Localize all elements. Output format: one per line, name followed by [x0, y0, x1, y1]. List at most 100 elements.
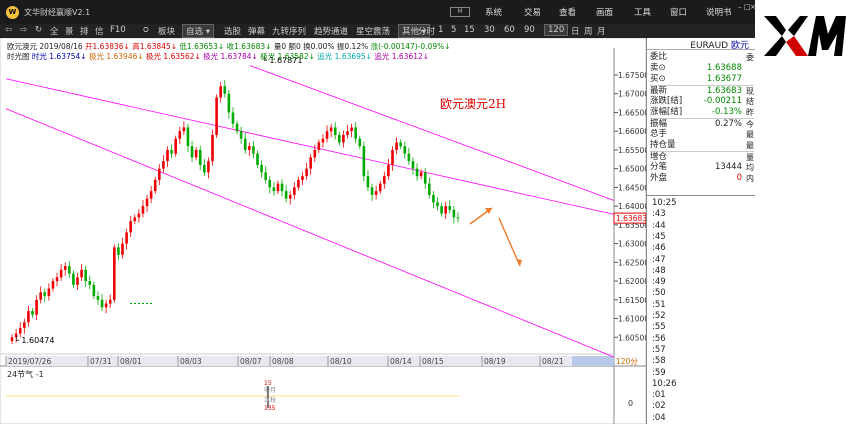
menu-4[interactable]: 工具	[634, 6, 651, 18]
candle-body	[92, 284, 96, 297]
window-control-0[interactable]: –	[738, 3, 742, 11]
period-120[interactable]: 120	[544, 24, 569, 36]
menu-1[interactable]: 交易	[524, 6, 541, 18]
indicator-info-line: 时光图 时光 1.63754↓ 极光 1.63946↓ 极光 1.63562↓ …	[7, 51, 429, 62]
candle-body	[276, 183, 280, 192]
candle-body	[321, 138, 325, 143]
period-15[interactable]: 15	[464, 25, 475, 35]
candlestick-chart[interactable]: 1.67500 1.67000 1.66500 1.66000 1.65500 1.650…	[0, 38, 646, 424]
panel-row-extra: 结	[746, 97, 754, 106]
tick-time: 10:26	[652, 378, 677, 389]
tick-time: :51	[652, 299, 666, 310]
indicator-5: 极光 1.63582↓	[260, 52, 315, 61]
toolbar-item-1[interactable]: ⇨	[20, 25, 27, 35]
candle-body	[284, 191, 288, 199]
panel-row-key: 总手	[650, 129, 668, 139]
xm-brand-logo	[764, 16, 846, 56]
y-tick-label: 1.61500	[618, 296, 646, 305]
candle-body	[43, 292, 47, 297]
menu-2[interactable]: 查看	[559, 6, 576, 18]
candle-body	[239, 131, 243, 139]
toolbar-item-5[interactable]: 排	[80, 25, 89, 37]
tick-time: :56	[652, 333, 666, 344]
toolbar-item-0[interactable]: ⇦	[5, 25, 12, 35]
toolbar-item-6[interactable]: 信	[95, 25, 104, 37]
toolbar-item-9[interactable]: 板块	[158, 25, 175, 37]
toolbar-watchlist-select[interactable]: 自选 ▾	[182, 24, 214, 38]
candle-body	[452, 209, 456, 218]
candle-body	[133, 217, 137, 222]
panel-symbol-code: EURAUD	[690, 41, 729, 51]
panel-row-key: 持仓量	[650, 140, 676, 150]
candle-body	[309, 157, 312, 169]
period-60[interactable]: 60	[504, 25, 515, 35]
candle-body	[211, 134, 214, 162]
y-tick-label: 1.65000	[618, 165, 646, 174]
panel-row: 买⊙ 1.63677	[650, 74, 754, 85]
panel-row: 总手 最	[650, 129, 754, 140]
period-分时[interactable]: 分时	[418, 25, 435, 37]
menu-3[interactable]: 画面	[596, 6, 613, 18]
period-周[interactable]: 周	[584, 25, 593, 37]
toolbar-tool-0[interactable]: 选股	[224, 25, 241, 37]
toolbar-tool-2[interactable]: 九转序列	[272, 25, 306, 37]
y-tick-label: 1.67000	[618, 90, 646, 99]
candle-body	[391, 149, 394, 165]
period-5[interactable]: 5	[451, 25, 456, 35]
candle-body	[198, 149, 202, 165]
y-tick-label: 1.64500	[618, 183, 646, 192]
candle-body	[68, 266, 71, 274]
period-30[interactable]: 30	[484, 25, 495, 35]
panel-separator	[647, 195, 755, 196]
menu-5[interactable]: 窗口	[670, 6, 687, 18]
candle-body	[378, 183, 382, 192]
tick-time: :59	[652, 367, 666, 378]
period-label: 120分	[616, 357, 638, 366]
candle-body	[39, 292, 42, 300]
indicator-mark_label: 立秋	[264, 396, 276, 404]
panel-row-extra: 昨	[746, 108, 754, 117]
candle-body	[264, 172, 267, 180]
candle-body	[100, 299, 104, 308]
candle-body	[10, 337, 14, 342]
panel-row: 委比 委	[650, 52, 754, 63]
toolbar-item-7[interactable]: F10	[110, 25, 126, 35]
candle-body	[354, 127, 357, 139]
menu-0[interactable]: 系统	[485, 6, 502, 18]
panel-row: 涨幅[结] -0.13% 昨	[650, 107, 754, 118]
window-control-2[interactable]: ×	[750, 3, 756, 11]
y-tick-label: 1.64000	[618, 202, 646, 211]
period-日[interactable]: 日	[571, 25, 580, 37]
candle-body	[407, 153, 411, 162]
period-90[interactable]: 90	[524, 25, 535, 35]
candle-body	[362, 146, 366, 177]
tick-time: :52	[652, 311, 666, 321]
toolbar-item-4[interactable]: 景	[65, 25, 74, 37]
channel-lower-line	[5, 108, 615, 358]
panel-row-value: 0	[736, 173, 742, 183]
panel-symbol[interactable]: EURAUD 欧元	[647, 38, 755, 51]
panel-row-value: 1.63677	[706, 74, 742, 84]
toolbar-item-3[interactable]: 全	[50, 25, 59, 37]
candle-body	[47, 288, 51, 297]
tick-time: :04	[652, 412, 666, 423]
close-value: 收1.63683↓	[226, 42, 272, 51]
candle-body	[342, 134, 345, 143]
period-1[interactable]: 1	[438, 25, 443, 35]
panel-row: 持仓量 最	[650, 140, 754, 151]
toolbar-item-8[interactable]: ᴑ	[143, 25, 149, 35]
candle-body	[227, 93, 231, 113]
panel-row-key: 增仓	[650, 152, 668, 162]
title-badge[interactable]: M	[450, 7, 470, 17]
menu-6[interactable]: 说明书	[706, 6, 732, 18]
candle-body	[117, 247, 120, 255]
candle-body	[170, 149, 173, 154]
period-月[interactable]: 月	[597, 25, 606, 37]
toolbar-tool-3[interactable]: 趋势通道	[314, 25, 348, 37]
toolbar-tool-1[interactable]: 弹幕	[248, 25, 265, 37]
indicator-2: 极光 1.63946↓	[88, 52, 144, 61]
toolbar-tool-4[interactable]: 星空震荡	[356, 25, 390, 37]
indicator-3: 极光 1.63562↓	[146, 52, 201, 61]
toolbar-item-2[interactable]: ↻	[35, 25, 42, 35]
indicator-zero: 0	[628, 399, 633, 408]
